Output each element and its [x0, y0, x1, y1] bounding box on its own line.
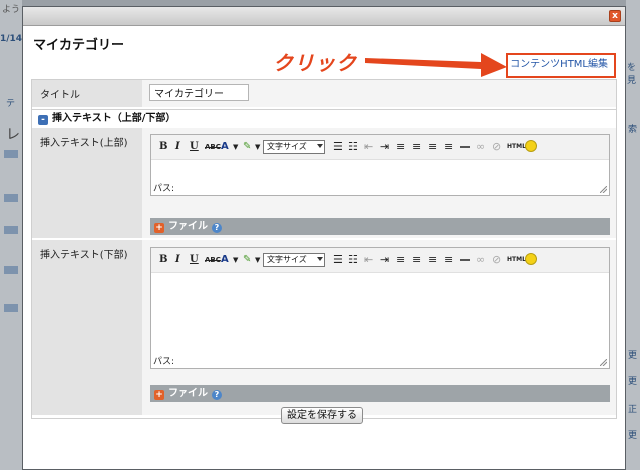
background-strip — [4, 266, 18, 274]
background-text: 正 — [628, 405, 638, 415]
numbered-list-icon[interactable]: ☷ — [348, 140, 358, 154]
justify-icon[interactable]: ≡ — [444, 253, 453, 267]
dialog-titlebar: x — [23, 7, 625, 26]
bullet-list-icon[interactable]: ☰ — [333, 140, 343, 154]
underline-button[interactable]: U — [190, 253, 199, 267]
background-strip — [4, 226, 18, 234]
align-right-icon[interactable]: ≡ — [428, 140, 437, 154]
modal-dialog: x マイカテゴリー クリック コンテンツHTML編集 タイトル -挿入テキスト（… — [22, 6, 626, 470]
background-text: よう — [2, 5, 21, 15]
bold-button[interactable]: B — [159, 253, 167, 267]
section-header[interactable]: - 挿入テキスト（上部/下部） — [32, 109, 616, 129]
settings-panel: タイトル -挿入テキスト（上部/下部） 挿入テキスト(上部) B I U ABC… — [31, 79, 617, 419]
font-size-value: 文字サイズ — [267, 142, 307, 151]
collapse-icon[interactable]: - — [38, 115, 48, 125]
link-icon[interactable]: ∞ — [476, 140, 485, 154]
align-center-icon[interactable]: ≡ — [412, 140, 421, 154]
font-color-dropdown-icon[interactable]: ▼ — [233, 253, 238, 267]
outdent-icon[interactable]: ⇤ — [364, 253, 373, 267]
highlight-icon[interactable]: ✎ — [243, 140, 251, 154]
background-left-strip — [0, 0, 22, 470]
font-color-icon[interactable]: A — [221, 253, 229, 267]
bottom-rich-text-editor[interactable]: B I U ABC A ▼ ✎ ▼ 文字サイズ ☰ ☷ ⇤ ⇥ ≡ ≡ ≡ ≡ … — [150, 247, 610, 369]
highlight-dropdown-icon[interactable]: ▼ — [255, 253, 260, 267]
file-label: ファイル — [168, 221, 208, 232]
background-text: 更 — [628, 351, 638, 361]
resize-grip-icon[interactable] — [600, 186, 607, 193]
chevron-down-icon — [317, 144, 323, 148]
resize-grip-icon[interactable] — [600, 359, 607, 366]
close-icon[interactable]: x — [609, 10, 621, 22]
emoticon-icon[interactable] — [525, 140, 537, 152]
background-text: レ — [6, 127, 20, 143]
background-text: 更 — [628, 377, 638, 387]
bullet-list-icon[interactable]: ☰ — [333, 253, 343, 267]
file-bar-bottom[interactable]: + ファイル? — [150, 385, 610, 402]
emoticon-icon[interactable] — [525, 253, 537, 265]
font-size-value: 文字サイズ — [267, 255, 307, 264]
underline-button[interactable]: U — [190, 140, 199, 154]
content-html-edit-link[interactable]: コンテンツHTML編集 — [506, 53, 616, 78]
chevron-down-icon — [317, 257, 323, 261]
bold-button[interactable]: B — [159, 140, 167, 154]
align-left-icon[interactable]: ≡ — [396, 140, 405, 154]
justify-icon[interactable]: ≡ — [444, 140, 453, 154]
file-bar-top[interactable]: + ファイル? — [150, 218, 610, 235]
top-rich-text-editor[interactable]: B I U ABC A ▼ ✎ ▼ 文字サイズ ☰ ☷ ⇤ ⇥ ≡ ≡ ≡ ≡ … — [150, 134, 610, 196]
background-strip — [4, 304, 18, 312]
font-color-dropdown-icon[interactable]: ▼ — [233, 140, 238, 154]
font-color-icon[interactable]: A — [221, 140, 229, 154]
font-size-select[interactable]: 文字サイズ — [263, 140, 325, 154]
italic-button[interactable]: I — [175, 253, 180, 267]
horizontal-rule-icon[interactable] — [460, 259, 470, 261]
highlight-icon[interactable]: ✎ — [243, 253, 251, 267]
html-button[interactable]: HTML — [507, 140, 526, 154]
background-text: 1/14 — [0, 34, 23, 44]
strikethrough-button[interactable]: ABC — [205, 253, 221, 267]
editor-path-label: パス: — [153, 357, 175, 367]
title-row-label: タイトル — [32, 80, 142, 107]
unlink-icon[interactable]: ⊘ — [492, 140, 501, 154]
dialog-title: マイカテゴリー — [33, 38, 125, 53]
numbered-list-icon[interactable]: ☷ — [348, 253, 358, 267]
align-right-icon[interactable]: ≡ — [428, 253, 437, 267]
expand-plus-icon[interactable]: + — [154, 223, 164, 233]
title-input[interactable] — [149, 84, 249, 101]
highlight-dropdown-icon[interactable]: ▼ — [255, 140, 260, 154]
editor-path-label: パス: — [153, 184, 175, 194]
indent-icon[interactable]: ⇥ — [380, 253, 389, 267]
editor-toolbar: B I U ABC A ▼ ✎ ▼ 文字サイズ ☰ ☷ ⇤ ⇥ ≡ ≡ ≡ ≡ … — [151, 248, 609, 273]
bottom-text-label: 挿入テキスト(下部) — [32, 240, 142, 415]
html-button[interactable]: HTML — [507, 253, 526, 267]
align-center-icon[interactable]: ≡ — [412, 253, 421, 267]
top-text-label: 挿入テキスト(上部) — [32, 128, 142, 238]
align-left-icon[interactable]: ≡ — [396, 253, 405, 267]
save-settings-button[interactable]: 設定を保存する — [281, 407, 363, 424]
background-text: 索 — [628, 125, 638, 135]
indent-icon[interactable]: ⇥ — [380, 140, 389, 154]
outdent-icon[interactable]: ⇤ — [364, 140, 373, 154]
link-icon[interactable]: ∞ — [476, 253, 485, 267]
file-label: ファイル — [168, 388, 208, 399]
section-title: 挿入テキスト（上部/下部） — [52, 113, 176, 124]
strikethrough-button[interactable]: ABC — [205, 140, 221, 154]
horizontal-rule-icon[interactable] — [460, 146, 470, 148]
background-strip — [4, 150, 18, 158]
help-icon[interactable]: ? — [212, 223, 222, 233]
annotation-text: クリック — [273, 51, 357, 75]
background-text: テ — [6, 99, 16, 109]
italic-button[interactable]: I — [175, 140, 180, 154]
unlink-icon[interactable]: ⊘ — [492, 253, 501, 267]
background-text: 更 — [628, 431, 638, 441]
background-text: を見 — [627, 63, 637, 86]
expand-plus-icon[interactable]: + — [154, 390, 164, 400]
help-icon[interactable]: ? — [212, 390, 222, 400]
background-strip — [4, 194, 18, 202]
font-size-select[interactable]: 文字サイズ — [263, 253, 325, 267]
editor-toolbar: B I U ABC A ▼ ✎ ▼ 文字サイズ ☰ ☷ ⇤ ⇥ ≡ ≡ ≡ ≡ … — [151, 135, 609, 160]
annotation-arrow-icon — [365, 53, 507, 77]
